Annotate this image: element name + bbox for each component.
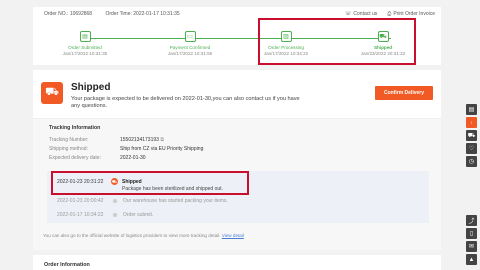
step-time: Jan/17/2022 10:31:55 xyxy=(167,51,213,56)
right-toolbar-bottom: ⤴ ▯ ✉ ▲ xyxy=(466,215,478,267)
contact-us-link[interactable]: ☏ Contact us xyxy=(345,11,377,17)
badge-icon[interactable]: ! xyxy=(466,117,477,128)
step-label: Order Submitted xyxy=(68,45,102,50)
tracking-number-value: 15502134173193 xyxy=(120,137,159,143)
confirm-delivery-button[interactable]: Confirm Delivery xyxy=(375,86,433,100)
shipment-text: Shipped Your package is expected to be d… xyxy=(71,82,301,110)
order-meta: Order NO.: 10692868 Order Time: 2022-01-… xyxy=(44,11,192,17)
share-icon[interactable]: ⤴ xyxy=(466,215,477,226)
copy-icon[interactable]: ⧉ xyxy=(160,137,164,143)
event-time: 2022-01-23 20:00:42 xyxy=(57,198,104,204)
shipment-title: Shipped xyxy=(71,82,111,93)
timeline-dot xyxy=(113,212,117,217)
delivery-date-row: Expected delivery date: 2022-01-30 xyxy=(49,155,146,161)
shipment-card: ⛟ Shipped Your package is expected to be… xyxy=(33,70,441,250)
headset-icon: ☏ xyxy=(345,11,352,17)
event-description: Order submit. xyxy=(123,212,154,218)
print-invoice-label: Print Order Invoice xyxy=(393,11,435,17)
delivery-date-value: 2022-01-30 xyxy=(120,155,146,161)
tracking-heading: Tracking Information xyxy=(49,125,101,131)
view-detail-link[interactable]: View detail xyxy=(222,233,244,238)
chat-icon[interactable]: ✉ xyxy=(466,241,477,252)
shipment-description: Your package is expected to be delivered… xyxy=(71,96,300,109)
tracking-note: You can also go to the official website … xyxy=(43,233,244,238)
order-number: Order NO.: 10692868 xyxy=(44,11,93,17)
tracking-number-row: Tracking Number: 15502134173193 ⧉ xyxy=(49,137,164,143)
heart-icon[interactable]: ♡ xyxy=(466,143,477,154)
shipping-method-label: Shipping method: xyxy=(49,146,88,152)
timeline-dot xyxy=(113,198,117,203)
clipboard-icon: ▤ xyxy=(79,31,91,42)
back-to-top-icon[interactable]: ▲ xyxy=(466,254,477,265)
step-order-submitted: ▤ Order Submitted Jan/17/2022 10:31:35 xyxy=(40,31,130,56)
printer-icon: ⎙ xyxy=(387,11,392,17)
print-invoice-link[interactable]: ⎙ Print Order Invoice xyxy=(387,11,435,17)
truck-icon: ⛟ xyxy=(41,82,63,104)
shipping-method-row: Shipping method: Ship from CZ via EU Prio… xyxy=(49,146,203,152)
shipment-header: ⛟ Shipped Your package is expected to be… xyxy=(41,82,301,110)
highlight-box-shipped-step xyxy=(258,18,416,65)
step-label: Payment Confirmed xyxy=(169,45,211,50)
notebook-icon[interactable]: ▤ xyxy=(466,104,477,115)
delivery-date-label: Expected delivery date: xyxy=(49,155,101,161)
top-links: ☏ Contact us ⎙ Print Order Invoice xyxy=(345,11,435,17)
card-icon: ▭ xyxy=(184,31,196,42)
order-information-heading: Order Information xyxy=(44,262,90,268)
order-information-card: Order Information xyxy=(33,255,441,270)
timeline-item: 2022-01-23 20:00:42 Our warehouse has st… xyxy=(57,198,228,204)
phone-icon[interactable]: ▯ xyxy=(466,228,477,239)
tracking-note-text: You can also go to the official website … xyxy=(43,233,221,238)
history-icon[interactable]: ◷ xyxy=(466,156,477,167)
event-time: 2022-01-17 10:34:22 xyxy=(57,212,104,218)
contact-us-label: Contact us xyxy=(353,11,378,17)
event-description: Our warehouse has started packing your i… xyxy=(123,198,228,204)
right-toolbar: ▤ ! ⛟ ♡ ◷ xyxy=(466,104,478,169)
highlight-box-shipped-event xyxy=(51,171,249,195)
order-time: Order Time: 2022-01-17 10:31:35 xyxy=(105,11,180,17)
shipping-method-value: Ship from CZ via EU Priority Shipping xyxy=(120,146,204,152)
step-payment-confirmed: ▭ Payment Confirmed Jan/17/2022 10:31:55 xyxy=(145,31,235,56)
timeline-item: 2022-01-17 10:34:22 Order submit. xyxy=(57,212,153,218)
tracking-number-label: Tracking Number: xyxy=(49,137,89,143)
step-time: Jan/17/2022 10:31:35 xyxy=(62,51,108,56)
cart-icon[interactable]: ⛟ xyxy=(466,130,477,141)
